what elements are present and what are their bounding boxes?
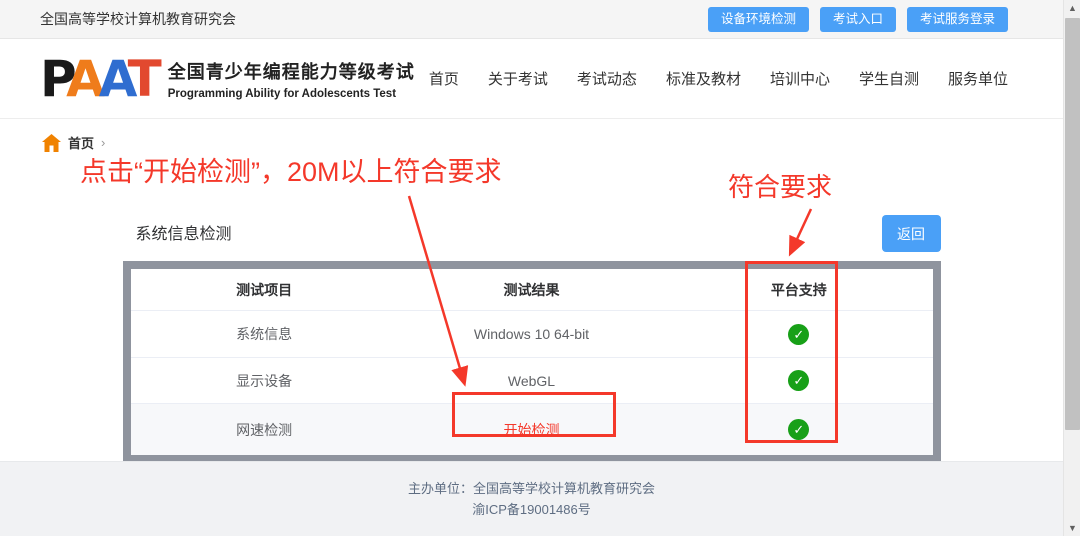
site-header: PAAT 全国青少年编程能力等级考试 Programming Ability f… [0, 39, 1063, 119]
cell-support: ✓ [665, 370, 932, 391]
nav-exam-news[interactable]: 考试动态 [577, 68, 637, 89]
page-title: 系统信息检测 [123, 220, 232, 252]
topbar-buttons: 设备环境检测 考试入口 考试服务登录 [708, 7, 1008, 32]
nav-training-center[interactable]: 培训中心 [770, 68, 830, 89]
nav-service-units[interactable]: 服务单位 [948, 68, 1008, 89]
logo[interactable]: PAAT 全国青少年编程能力等级考试 Programming Ability f… [40, 54, 415, 104]
cell-result: WebGL [398, 373, 665, 389]
cell-item: 网速检测 [131, 420, 398, 440]
page: 全国高等学校计算机教育研究会 设备环境检测 考试入口 考试服务登录 PAAT 全… [0, 0, 1063, 536]
nav-home[interactable]: 首页 [429, 68, 459, 89]
col-header-platform-support: 平台支持 [665, 280, 932, 300]
check-icon: ✓ [788, 419, 809, 440]
cell-support: ✓ [665, 324, 932, 345]
section-heading-row: 系统信息检测 返回 [123, 214, 941, 252]
site-title-en: Programming Ability for Adolescents Test [168, 88, 415, 100]
check-icon: ✓ [788, 324, 809, 345]
organization-name: 全国高等学校计算机教育研究会 [40, 9, 236, 29]
system-check-table: 测试项目 测试结果 平台支持 系统信息 Windows 10 64-bit ✓ … [123, 261, 941, 463]
paat-logo-mark: PAAT [40, 54, 156, 104]
footer-host-line: 主办单位：全国高等学校计算机教育研究会 [0, 478, 1063, 499]
back-button[interactable]: 返回 [882, 215, 941, 252]
site-title-cn: 全国青少年编程能力等级考试 [168, 58, 415, 84]
breadcrumb-separator-icon: › [101, 135, 105, 150]
table-row-system-info: 系统信息 Windows 10 64-bit ✓ [131, 311, 933, 358]
scrollbar-thumb[interactable] [1065, 18, 1080, 430]
col-header-test-item: 测试项目 [131, 280, 398, 300]
exam-service-login-button[interactable]: 考试服务登录 [907, 7, 1008, 32]
top-utility-bar: 全国高等学校计算机教育研究会 设备环境检测 考试入口 考试服务登录 [0, 0, 1063, 39]
table-row-network-speed: 网速检测 开始检测 ✓ [131, 404, 933, 455]
table-header-row: 测试项目 测试结果 平台支持 [131, 269, 933, 311]
nav-about-exam[interactable]: 关于考试 [488, 68, 548, 89]
nav-standards-materials[interactable]: 标准及教材 [666, 68, 741, 89]
check-icon: ✓ [788, 370, 809, 391]
exam-entry-button[interactable]: 考试入口 [820, 7, 896, 32]
breadcrumb: 首页 › [0, 119, 1063, 152]
cell-support: ✓ [665, 419, 932, 440]
start-check-button[interactable]: 开始检测 [398, 420, 665, 440]
brand-text: 全国青少年编程能力等级考试 Programming Ability for Ad… [168, 58, 415, 100]
cell-item: 显示设备 [131, 371, 398, 391]
home-icon[interactable] [42, 134, 61, 152]
footer: 主办单位：全国高等学校计算机教育研究会 渝ICP备19001486号 [0, 461, 1063, 536]
breadcrumb-home[interactable]: 首页 [68, 133, 94, 152]
scroll-up-icon[interactable]: ▲ [1064, 0, 1080, 16]
nav-student-selftest[interactable]: 学生自测 [859, 68, 919, 89]
cell-result: Windows 10 64-bit [398, 326, 665, 342]
scroll-down-icon[interactable]: ▼ [1064, 520, 1080, 536]
device-env-check-button[interactable]: 设备环境检测 [708, 7, 809, 32]
table-row-display-device: 显示设备 WebGL ✓ [131, 358, 933, 404]
col-header-test-result: 测试结果 [398, 280, 665, 300]
footer-icp-line: 渝ICP备19001486号 [0, 499, 1063, 520]
cell-item: 系统信息 [131, 324, 398, 344]
vertical-scrollbar[interactable]: ▲ ▼ [1063, 0, 1080, 536]
main-nav: 首页 关于考试 考试动态 标准及教材 培训中心 学生自测 服务单位 [429, 68, 1008, 89]
